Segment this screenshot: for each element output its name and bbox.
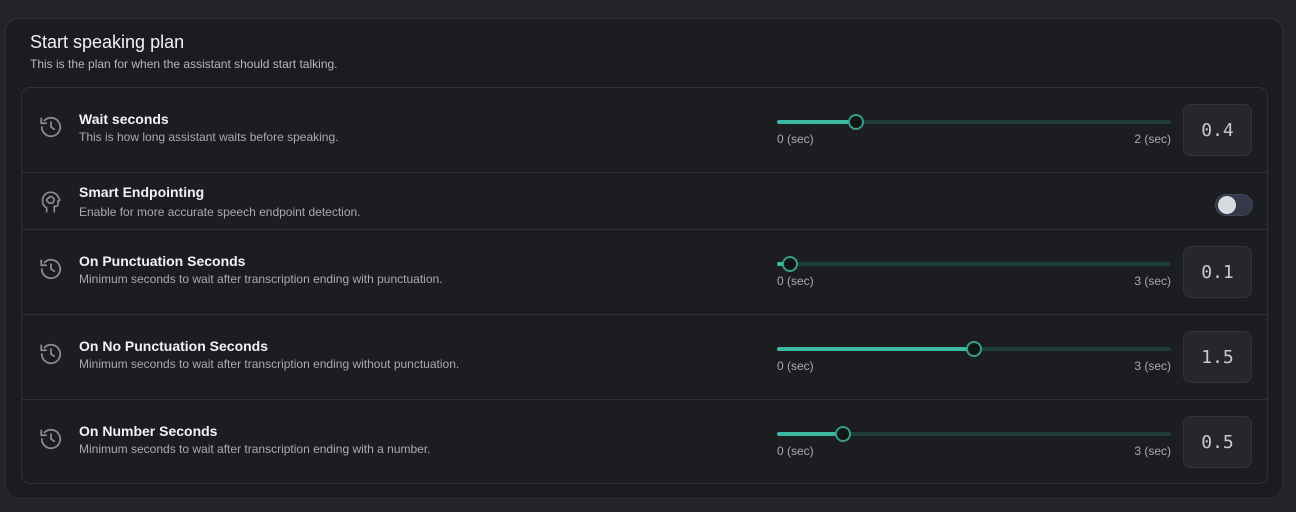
history-icon (38, 114, 64, 140)
slider-thumb[interactable] (966, 341, 982, 357)
slider-min-label: 0 (sec) (777, 444, 814, 458)
setting-title: On No Punctuation Seconds (79, 338, 269, 354)
setting-title: Wait seconds (79, 111, 169, 127)
setting-description: Minimum seconds to wait after transcript… (79, 442, 431, 456)
slider-thumb[interactable] (782, 256, 798, 272)
wait-seconds-value-input[interactable]: 0.4 (1183, 104, 1252, 156)
history-icon (38, 256, 64, 282)
setting-description: Enable for more accurate speech endpoint… (79, 205, 361, 219)
history-icon (38, 341, 64, 367)
setting-description: Minimum seconds to wait after transcript… (79, 357, 460, 371)
brain-head-icon (38, 189, 64, 215)
section-description: This is the plan for when the assistant … (30, 57, 338, 71)
slider-track[interactable] (777, 120, 1171, 124)
setting-row-on-number-seconds: On Number Seconds Minimum seconds to wai… (22, 400, 1267, 483)
slider-min-label: 0 (sec) (777, 132, 814, 146)
slider-fill (777, 347, 974, 351)
on-number-seconds-slider[interactable]: 0 (sec) 3 (sec) (777, 416, 1171, 458)
setting-title: On Number Seconds (79, 423, 218, 439)
start-speaking-plan-card: Start speaking plan This is the plan for… (5, 18, 1283, 499)
toggle-knob (1218, 196, 1236, 214)
settings-list: Wait seconds This is how long assistant … (21, 87, 1268, 484)
history-icon (38, 426, 64, 452)
setting-title: On Punctuation Seconds (79, 253, 246, 269)
setting-description: Minimum seconds to wait after transcript… (79, 272, 443, 286)
on-no-punctuation-seconds-value-input[interactable]: 1.5 (1183, 331, 1252, 383)
slider-max-label: 3 (sec) (1134, 274, 1171, 288)
slider-fill (777, 432, 843, 436)
slider-min-label: 0 (sec) (777, 359, 814, 373)
section-title: Start speaking plan (30, 32, 185, 52)
slider-max-label: 2 (sec) (1134, 132, 1171, 146)
smart-endpointing-toggle[interactable] (1215, 194, 1253, 216)
slider-fill (777, 120, 856, 124)
setting-description: This is how long assistant waits before … (79, 130, 339, 144)
setting-row-on-punctuation-seconds: On Punctuation Seconds Minimum seconds t… (22, 230, 1267, 315)
on-no-punctuation-seconds-slider[interactable]: 0 (sec) 3 (sec) (777, 331, 1171, 373)
on-punctuation-seconds-value-input[interactable]: 0.1 (1183, 246, 1252, 298)
slider-max-label: 3 (sec) (1134, 444, 1171, 458)
slider-track[interactable] (777, 262, 1171, 266)
setting-row-wait-seconds: Wait seconds This is how long assistant … (22, 88, 1267, 173)
slider-min-label: 0 (sec) (777, 274, 814, 288)
on-punctuation-seconds-slider[interactable]: 0 (sec) 3 (sec) (777, 246, 1171, 288)
setting-row-on-no-punctuation-seconds: On No Punctuation Seconds Minimum second… (22, 315, 1267, 400)
on-number-seconds-value-input[interactable]: 0.5 (1183, 416, 1252, 468)
slider-max-label: 3 (sec) (1134, 359, 1171, 373)
slider-thumb[interactable] (835, 426, 851, 442)
setting-row-smart-endpointing: Smart Endpointing Enable for more accura… (22, 173, 1267, 230)
wait-seconds-slider[interactable]: 0 (sec) 2 (sec) (777, 104, 1171, 146)
slider-thumb[interactable] (848, 114, 864, 130)
setting-title: Smart Endpointing (79, 184, 205, 200)
